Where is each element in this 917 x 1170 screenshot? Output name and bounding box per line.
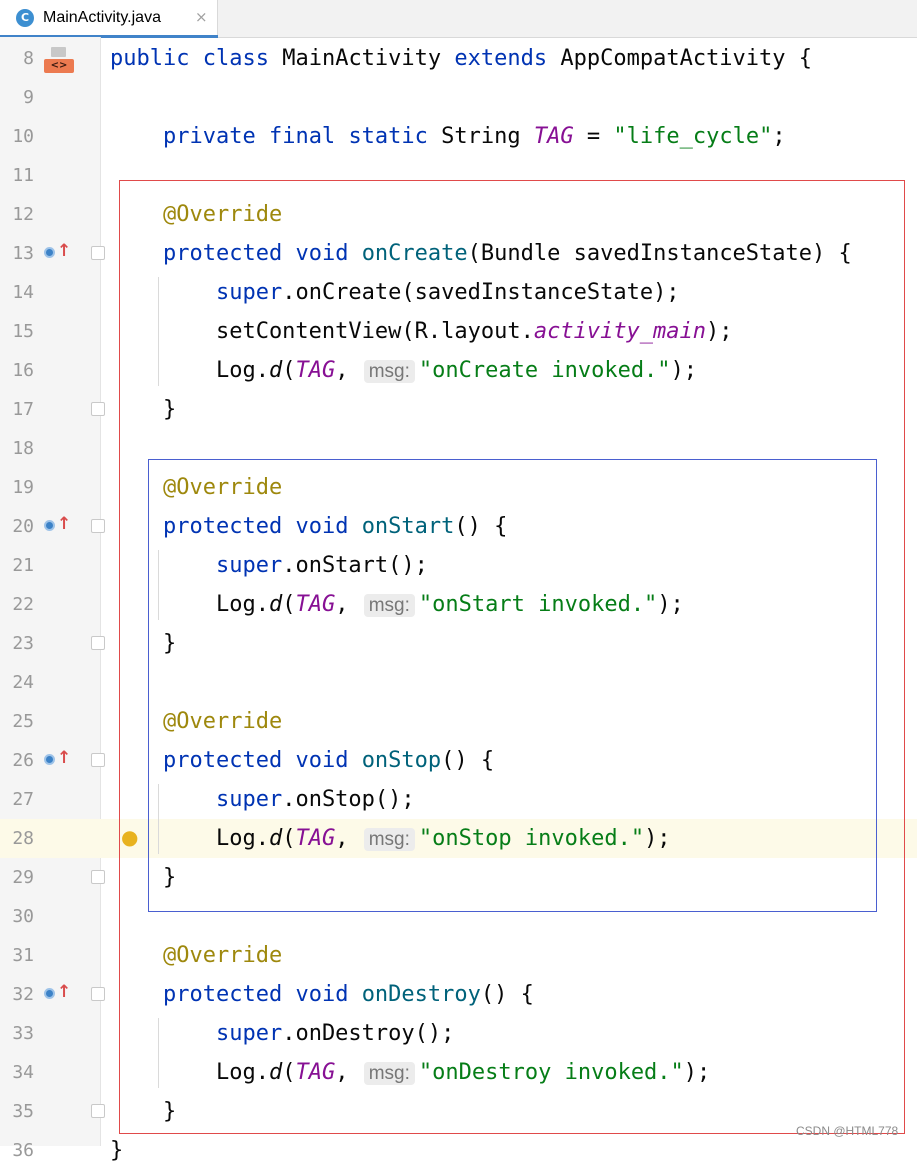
- line-number[interactable]: 31: [0, 945, 34, 966]
- tab-title: MainActivity.java: [43, 9, 161, 26]
- line-number[interactable]: 15: [0, 321, 34, 342]
- editor-tab-bar: C MainActivity.java ×: [0, 0, 917, 38]
- line-number[interactable]: 18: [0, 438, 34, 459]
- line-number[interactable]: 34: [0, 1062, 34, 1083]
- line-number[interactable]: 20: [0, 516, 34, 537]
- line-number[interactable]: 24: [0, 672, 34, 693]
- override-arrow-icon[interactable]: ↑: [57, 982, 71, 1002]
- code-line-36[interactable]: 36}: [0, 1131, 917, 1170]
- fold-marker-icon[interactable]: [91, 246, 105, 260]
- line-number[interactable]: 14: [0, 282, 34, 303]
- line-number[interactable]: 30: [0, 906, 34, 927]
- override-method-icon[interactable]: [44, 988, 55, 999]
- line-number[interactable]: 26: [0, 750, 34, 771]
- java-class-icon: C: [16, 9, 34, 27]
- code-line-10[interactable]: 10 private final static String TAG = "li…: [0, 117, 917, 156]
- override-method-icon[interactable]: [44, 247, 55, 258]
- fold-marker-icon[interactable]: [91, 519, 105, 533]
- line-number[interactable]: 35: [0, 1101, 34, 1122]
- override-arrow-icon[interactable]: ↑: [57, 748, 71, 768]
- line-number[interactable]: 29: [0, 867, 34, 888]
- code-line-9[interactable]: 9: [0, 78, 917, 117]
- line-number[interactable]: 27: [0, 789, 34, 810]
- line-number[interactable]: 33: [0, 1023, 34, 1044]
- line-number[interactable]: 32: [0, 984, 34, 1005]
- override-method-icon[interactable]: [44, 754, 55, 765]
- line-number[interactable]: 19: [0, 477, 34, 498]
- line-number[interactable]: 28: [0, 828, 34, 849]
- line-number[interactable]: 9: [0, 87, 34, 108]
- fold-marker-icon[interactable]: [91, 1104, 105, 1118]
- line-number[interactable]: 36: [0, 1140, 34, 1161]
- fold-marker-icon[interactable]: [91, 753, 105, 767]
- close-icon[interactable]: ×: [195, 8, 208, 26]
- code-text[interactable]: private final static String TAG = "life_…: [110, 121, 786, 152]
- line-number[interactable]: 8: [0, 48, 34, 69]
- line-number[interactable]: 12: [0, 204, 34, 225]
- line-number[interactable]: 11: [0, 165, 34, 186]
- override-arrow-icon[interactable]: ↑: [57, 241, 71, 261]
- line-number[interactable]: 17: [0, 399, 34, 420]
- tab-mainactivity[interactable]: C MainActivity.java ×: [0, 0, 218, 38]
- code-text[interactable]: }: [110, 1135, 123, 1166]
- fold-marker-icon[interactable]: [91, 987, 105, 1001]
- xml-layout-icon[interactable]: <>: [44, 47, 74, 73]
- line-number[interactable]: 21: [0, 555, 34, 576]
- line-number[interactable]: 16: [0, 360, 34, 381]
- blue-highlight-box: [148, 459, 877, 912]
- code-line-8[interactable]: 8 public class MainActivity extends AppCo…: [0, 39, 917, 78]
- override-arrow-icon[interactable]: ↑: [57, 514, 71, 534]
- line-number[interactable]: 23: [0, 633, 34, 654]
- line-number[interactable]: 10: [0, 126, 34, 147]
- fold-marker-icon[interactable]: [91, 870, 105, 884]
- line-number[interactable]: 25: [0, 711, 34, 732]
- code-text[interactable]: public class MainActivity extends AppCom…: [110, 43, 812, 74]
- fold-marker-icon[interactable]: [91, 402, 105, 416]
- watermark: CSDN @HTML778: [796, 1124, 899, 1138]
- line-number[interactable]: 22: [0, 594, 34, 615]
- line-number[interactable]: 13: [0, 243, 34, 264]
- fold-marker-icon[interactable]: [91, 636, 105, 650]
- override-method-icon[interactable]: [44, 520, 55, 531]
